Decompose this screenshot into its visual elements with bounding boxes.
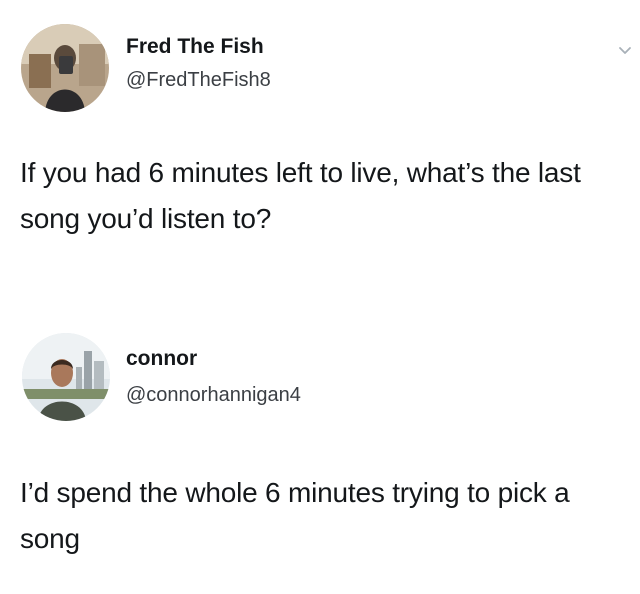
avatar-connor[interactable] [22,333,110,421]
avatar-fred[interactable] [21,24,109,112]
author-display-name[interactable]: connor [126,347,197,371]
chevron-down-icon[interactable] [618,44,632,58]
tweet-text: If you had 6 minutes left to live, what’… [20,157,581,234]
tweet-reply: connor @connorhannigan4 I’d spend the wh… [0,300,640,594]
tweet-original: Fred The Fish @FredTheFish8 If you had 6… [0,0,640,300]
user-avatar-photo-icon [22,333,110,421]
tweet-text: I’d spend the whole 6 minutes trying to … [20,477,570,554]
author-display-name[interactable]: Fred The Fish [126,35,264,59]
user-avatar-photo-icon [21,24,109,112]
author-handle[interactable]: @connorhannigan4 [126,384,301,407]
author-handle[interactable]: @FredTheFish8 [126,69,271,92]
